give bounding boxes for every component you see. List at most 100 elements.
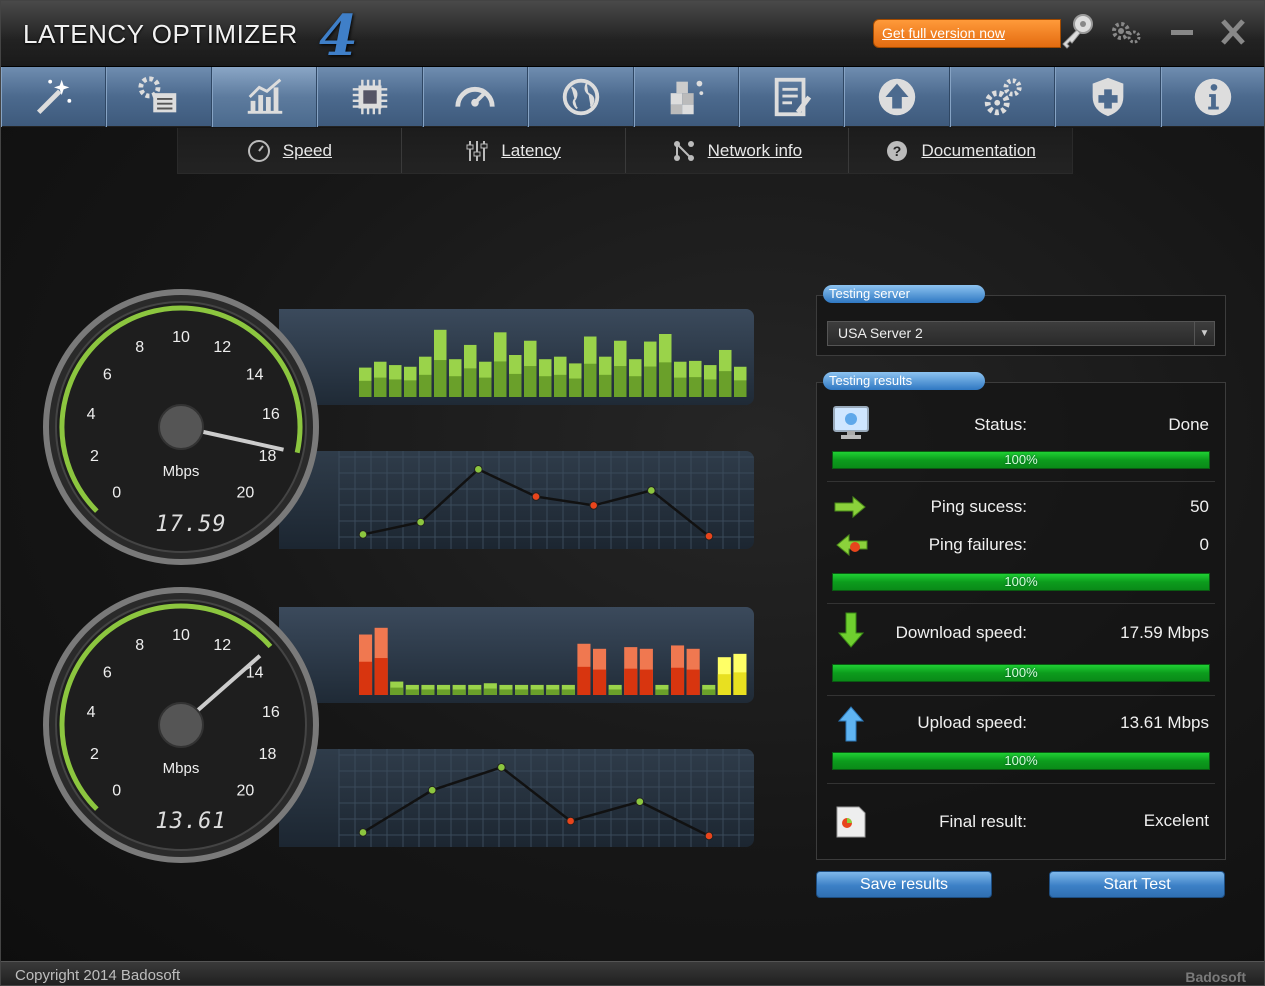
divider [827,695,1215,696]
download-bar-lower [569,378,582,397]
download-gauge-tick-label: 16 [262,406,280,423]
download-gauge-tick-label: 12 [213,339,231,356]
settings-list-icon [138,76,177,113]
upload-bar-chart [279,607,754,703]
download-gauge-readout: 17.59 [155,512,227,537]
download-bar-lower [674,377,687,397]
upload-speed-label: Upload speed: [917,713,1027,732]
upload-bar-lower [421,689,435,695]
upload-bar-lower [468,689,482,695]
title-bar: LATENCY OPTIMIZER 4 Get full version now [1,1,1264,69]
toolbar-button-notepad[interactable] [738,67,845,127]
copyright-text: Copyright 2014 Badosoft [15,967,181,984]
ping-progress-text: 100% [1004,574,1038,589]
download-gauge-tick-label: 2 [90,448,99,465]
download-bar-lower [689,377,702,397]
download-bar-lower [464,368,477,397]
toolbar-button-upload[interactable] [844,67,950,127]
upload-gauge-panel: 0 2 4 6 8 10 12 14 16 18 20 Mbps 13.61 [21,585,771,863]
chart-icon [247,78,282,114]
download-line-point [704,531,714,541]
toolbar-button-cubes[interactable] [633,67,739,127]
tab-speed[interactable]: Speed [178,128,402,173]
upload-bar-lower [390,687,404,695]
status-label: Status: [974,415,1027,434]
upload-gauge-tick-label: 18 [259,746,277,763]
speedometer-icon [455,86,496,107]
download-bar-lower [584,363,597,397]
toolbar-button-settings-list[interactable] [106,67,212,127]
download-gauge-tick-label: 6 [103,367,112,384]
brand-text: Badosoft [1185,969,1246,985]
upload-bar-lower [655,689,669,695]
help-icon: ? [887,140,908,161]
gears-icon [984,78,1022,116]
download-speed-label: Download speed: [895,623,1027,642]
toolbar-button-shield[interactable] [1055,67,1161,127]
start-test-button[interactable]: Start Test [1049,871,1225,898]
settings-gear-icon[interactable] [1109,17,1143,47]
download-gauge-tick-label: 18 [259,448,277,465]
key-icon[interactable] [1057,11,1097,51]
upload-bar-lower [686,669,700,695]
ping-failures-label: Ping failures: [928,535,1027,554]
toolbar-button-speedometer[interactable] [422,67,529,127]
testing-results-box: Status: Done 100% Ping sucess: 50 Ping f… [816,382,1226,860]
chip-icon [352,79,388,115]
close-icon[interactable] [1216,17,1250,47]
download-line-series [362,467,710,538]
upload-gauge-tick-label: 0 [112,782,121,799]
download-bar-lower [704,379,717,397]
main-toolbar [1,67,1264,127]
get-full-version-button[interactable]: Get full version now [873,19,1061,48]
toolbar-button-wizard[interactable] [1,67,107,127]
upload-bar-lower [483,688,497,695]
upload-gauge-unit: Mbps [162,760,200,777]
final-result-label: Final result: [939,812,1027,831]
upload-line-point [566,816,575,826]
download-progress-bar: 100% [832,664,1210,682]
toolbar-button-globe[interactable] [528,67,634,127]
upload-gauge-tick-label: 6 [103,665,112,682]
save-results-button[interactable]: Save results [816,871,992,898]
testing-server-box: USA Server 2 ▼ [816,295,1226,356]
download-gauge-tick-label: 4 [87,406,96,423]
toolbar-button-chart[interactable] [211,67,318,127]
toolbar-button-info[interactable] [1160,67,1264,127]
info-icon [1195,78,1232,116]
tab-documentation[interactable]: ? Documentation [849,128,1072,173]
upload-gauge-tick-label: 16 [262,704,280,721]
download-bar-lower [374,377,387,397]
upload-line-point [704,831,714,841]
upload-line-chart [279,749,754,847]
cubes-icon [670,80,704,115]
download-bar-lower [359,380,372,397]
svg-text:?: ? [893,143,902,159]
globe-icon [562,78,600,116]
download-line-point [531,492,541,501]
tab-network-info[interactable]: Network info [626,128,850,173]
status-progress-text: 100% [1004,452,1038,467]
testing-results-label: Testing results [823,372,985,390]
tab-latency[interactable]: Latency [402,128,626,173]
sub-navigation: Speed Latency Network info ? Documentati… [177,128,1073,174]
divider [827,481,1215,482]
download-bar-lower [719,371,732,397]
toolbar-button-chip[interactable] [317,67,423,127]
download-bar-lower [404,380,417,397]
chevron-down-icon[interactable]: ▼ [1194,322,1214,345]
upload-bar-lower [499,689,513,695]
tab-documentation-label: Documentation [921,140,1036,160]
tab-network-info-label: Network info [707,140,803,160]
upload-gauge-tick-label: 8 [135,637,144,654]
upload-line-point [635,797,645,806]
toolbar-button-gears[interactable] [949,67,1056,127]
download-bar-lower [479,377,492,397]
upload-line-series [362,765,710,838]
monitor-status-icon [833,406,869,439]
server-select[interactable]: USA Server 2 ▼ [827,321,1215,346]
notepad-icon [774,77,811,117]
upload-bar-lower [717,674,731,695]
upload-bar-lower [608,689,622,695]
minimize-icon[interactable] [1165,17,1199,47]
